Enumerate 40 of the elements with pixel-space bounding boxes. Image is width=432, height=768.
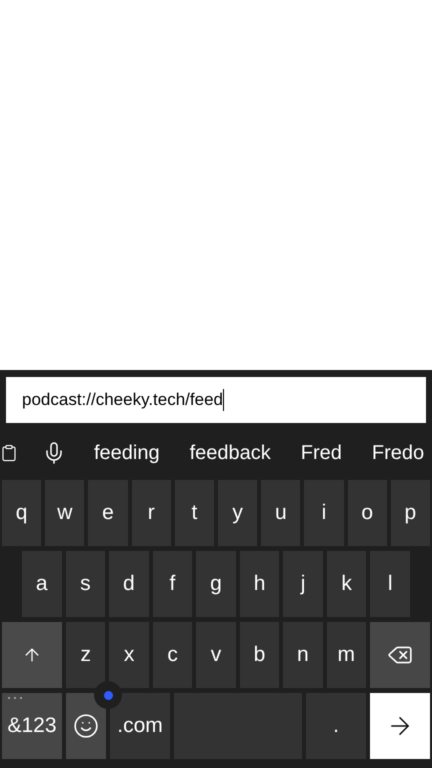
key[interactable]: e — [88, 480, 128, 546]
symbols-key[interactable]: &123 — [2, 693, 62, 759]
key[interactable]: i — [304, 480, 344, 546]
suggestion[interactable]: Fred — [300, 438, 342, 468]
key[interactable]: h — [240, 551, 280, 617]
key[interactable]: s — [66, 551, 106, 617]
key[interactable]: x — [109, 622, 149, 688]
input-text: podcast://cheeky.tech/feed — [22, 389, 223, 412]
key[interactable]: d — [109, 551, 149, 617]
key[interactable]: v — [196, 622, 236, 688]
key[interactable]: r — [132, 480, 171, 546]
suggestion[interactable]: feeding — [94, 438, 160, 468]
key[interactable]: . — [306, 693, 366, 759]
key[interactable]: c — [152, 622, 192, 688]
key[interactable]: l — [370, 551, 410, 617]
key[interactable]: t — [174, 480, 214, 546]
text-cursor — [222, 389, 224, 411]
smiley-icon — [73, 713, 99, 739]
key[interactable]: g — [196, 551, 236, 617]
suggestion[interactable]: feedback — [190, 438, 271, 468]
key[interactable]: u — [261, 480, 300, 546]
emoji-key[interactable] — [66, 693, 106, 759]
key[interactable]: .com — [110, 693, 170, 759]
key[interactable]: p — [390, 480, 430, 546]
key[interactable]: q — [2, 480, 42, 546]
key[interactable]: b — [240, 622, 280, 688]
key[interactable]: w — [45, 480, 84, 546]
key[interactable]: o — [348, 480, 387, 546]
key[interactable]: m — [326, 622, 366, 688]
key[interactable]: f — [152, 551, 192, 617]
key[interactable]: j — [283, 551, 323, 617]
key[interactable]: y — [218, 480, 258, 546]
key[interactable]: a — [22, 551, 62, 617]
url-input-field[interactable]: podcast://cheeky.tech/feed — [6, 377, 426, 423]
key[interactable]: k — [326, 551, 366, 617]
suggestion[interactable]: Fredo — [372, 438, 424, 468]
clipboard-icon[interactable] — [0, 444, 18, 462]
backspace-key[interactable] — [370, 622, 430, 688]
key[interactable]: n — [283, 622, 323, 688]
key[interactable]: z — [66, 622, 106, 688]
